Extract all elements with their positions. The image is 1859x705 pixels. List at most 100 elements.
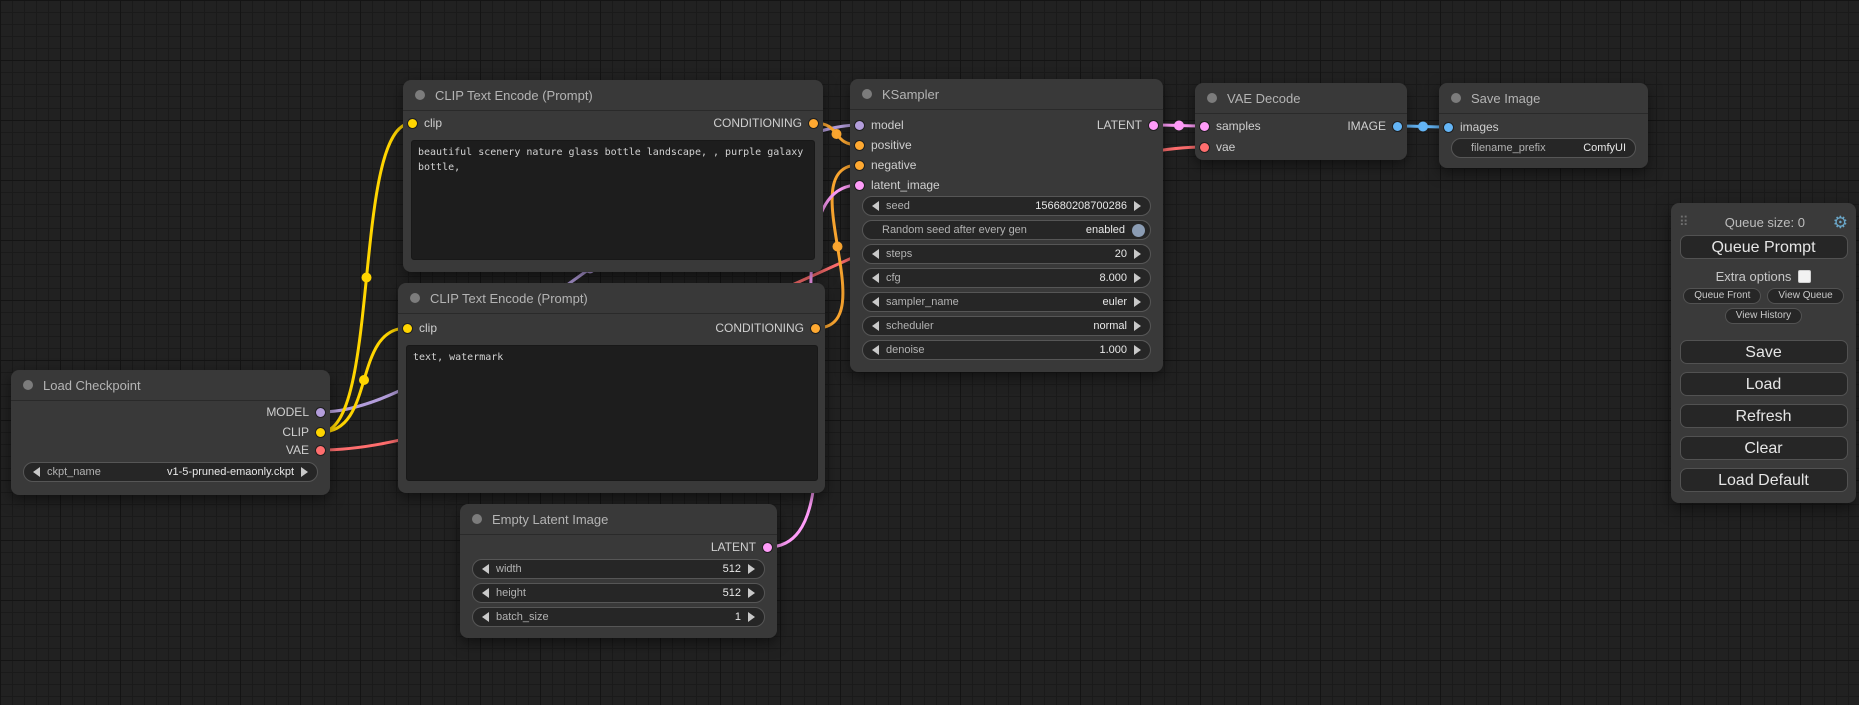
widget-batch-size[interactable]: batch_size1 — [472, 607, 765, 627]
widget-filename-prefix[interactable]: filename_prefixComfyUI — [1451, 138, 1636, 158]
slot-dot-conditioning[interactable] — [811, 324, 820, 333]
view-queue-button[interactable]: View Queue — [1767, 288, 1843, 304]
stepper-left-arrow-icon[interactable] — [33, 467, 40, 477]
collapse-dot-icon[interactable] — [415, 90, 425, 100]
collapse-dot-icon[interactable] — [472, 514, 482, 524]
collapse-dot-icon[interactable] — [23, 380, 33, 390]
slot-dot-model[interactable] — [316, 408, 325, 417]
slot-label: CONDITIONING — [713, 116, 802, 130]
slot-dot-latent_image[interactable] — [855, 181, 864, 190]
widget-ckpt-name[interactable]: ckpt_namev1-5-pruned-emaonly.ckpt — [23, 462, 318, 482]
extra-options-checkbox[interactable] — [1798, 270, 1811, 283]
prompt-textarea[interactable]: beautiful scenery nature glass bottle la… — [411, 140, 815, 260]
slot-dot-positive[interactable] — [855, 141, 864, 150]
node-title-bar[interactable]: Save Image — [1439, 83, 1648, 114]
widget-cfg[interactable]: cfg8.000 — [862, 268, 1151, 288]
wire-midpoint-dot-negative-conditioning — [833, 242, 843, 252]
widget-random-seed-after-every-gen[interactable]: Random seed after every genenabled — [862, 220, 1151, 240]
node-vae-decode[interactable]: VAE DecodesamplesvaeIMAGE — [1195, 83, 1407, 160]
node-title-bar[interactable]: CLIP Text Encode (Prompt) — [403, 80, 823, 111]
stepper-right-arrow-icon[interactable] — [1134, 321, 1141, 331]
drag-handle-icon[interactable]: ⠿ — [1679, 214, 1697, 230]
gear-icon[interactable]: ⚙ — [1833, 214, 1848, 231]
stepper-right-arrow-icon[interactable] — [1134, 249, 1141, 259]
refresh-button[interactable]: Refresh — [1680, 404, 1848, 428]
stepper-right-arrow-icon[interactable] — [301, 467, 308, 477]
collapse-dot-icon[interactable] — [410, 293, 420, 303]
slot-dot-latent[interactable] — [763, 543, 772, 552]
save-button[interactable]: Save — [1680, 340, 1848, 364]
view-history-button[interactable]: View History — [1725, 308, 1802, 324]
clear-button[interactable]: Clear — [1680, 436, 1848, 460]
slot-dot-samples[interactable] — [1200, 122, 1209, 131]
collapse-dot-icon[interactable] — [1207, 93, 1217, 103]
slot-dot-vae[interactable] — [1200, 143, 1209, 152]
load-button[interactable]: Load — [1680, 372, 1848, 396]
node-title-bar[interactable]: KSampler — [850, 79, 1163, 110]
widget-height[interactable]: height512 — [472, 583, 765, 603]
stepper-left-arrow-icon[interactable] — [482, 564, 489, 574]
slot-dot-clip[interactable] — [403, 324, 412, 333]
extra-options-label: Extra options — [1716, 269, 1792, 284]
slot-dot-model[interactable] — [855, 121, 864, 130]
widget-seed[interactable]: seed156680208700286 — [862, 196, 1151, 216]
queue-size-label: Queue size: 0 — [1697, 215, 1833, 230]
node-empty-latent-image[interactable]: Empty Latent ImageLATENTwidth512height51… — [460, 504, 777, 638]
widget-denoise[interactable]: denoise1.000 — [862, 340, 1151, 360]
stepper-right-arrow-icon[interactable] — [1134, 297, 1141, 307]
node-save-image[interactable]: Save Imageimagesfilename_prefixComfyUI — [1439, 83, 1648, 168]
node-title-text: CLIP Text Encode (Prompt) — [435, 88, 593, 103]
input-slot-model: model — [855, 115, 904, 135]
slot-dot-images[interactable] — [1444, 123, 1453, 132]
slot-label: clip — [424, 116, 442, 130]
stepper-right-arrow-icon[interactable] — [748, 612, 755, 622]
widget-sampler-name[interactable]: sampler_nameeuler — [862, 292, 1151, 312]
stepper-right-arrow-icon[interactable] — [1134, 273, 1141, 283]
node-clip-text-encode-positive[interactable]: CLIP Text Encode (Prompt) clip CONDITIONIN… — [403, 80, 823, 272]
node-ksampler[interactable]: KSamplermodelpositivenegativelatent_imag… — [850, 79, 1163, 372]
load-default-button[interactable]: Load Default — [1680, 468, 1848, 492]
node-clip-text-encode-negative[interactable]: CLIP Text Encode (Prompt)clipCONDITIONIN… — [398, 283, 825, 493]
widget-steps[interactable]: steps20 — [862, 244, 1151, 264]
stepper-left-arrow-icon[interactable] — [482, 588, 489, 598]
stepper-left-arrow-icon[interactable] — [482, 612, 489, 622]
prompt-textarea[interactable]: text, watermark — [406, 345, 818, 481]
stepper-right-arrow-icon[interactable] — [748, 564, 755, 574]
stepper-right-arrow-icon[interactable] — [1134, 201, 1141, 211]
widget-scheduler[interactable]: schedulernormal — [862, 316, 1151, 336]
node-title-bar[interactable]: Load Checkpoint — [11, 370, 330, 401]
collapse-dot-icon[interactable] — [862, 89, 872, 99]
slot-dot-vae[interactable] — [316, 446, 325, 455]
stepper-right-arrow-icon[interactable] — [1134, 345, 1141, 355]
widget-width[interactable]: width512 — [472, 559, 765, 579]
toggle-circle-icon[interactable] — [1132, 224, 1145, 237]
slot-label: CONDITIONING — [715, 321, 804, 335]
slot-dot-clip[interactable] — [408, 119, 417, 128]
stepper-left-arrow-icon[interactable] — [872, 321, 879, 331]
node-title-bar[interactable]: CLIP Text Encode (Prompt) — [398, 283, 825, 314]
output-slot-model: MODEL — [266, 402, 325, 422]
slot-label: MODEL — [266, 405, 309, 419]
node-title-bar[interactable]: VAE Decode — [1195, 83, 1407, 114]
stepper-left-arrow-icon[interactable] — [872, 201, 879, 211]
node-title-text: Load Checkpoint — [43, 378, 141, 393]
widget-value: 512 — [723, 563, 741, 575]
queue-front-button[interactable]: Queue Front — [1683, 288, 1761, 304]
wire-midpoint-dot-clip-to-negative-prompt — [359, 375, 369, 385]
widget-value: 512 — [723, 587, 741, 599]
collapse-dot-icon[interactable] — [1451, 93, 1461, 103]
node-title-bar[interactable]: Empty Latent Image — [460, 504, 777, 535]
slot-dot-image[interactable] — [1393, 122, 1402, 131]
slot-dot-clip[interactable] — [316, 428, 325, 437]
queue-prompt-button[interactable]: Queue Prompt — [1680, 235, 1848, 259]
stepper-left-arrow-icon[interactable] — [872, 297, 879, 307]
widget-label: denoise — [886, 344, 925, 356]
slot-dot-negative[interactable] — [855, 161, 864, 170]
stepper-left-arrow-icon[interactable] — [872, 345, 879, 355]
slot-dot-conditioning[interactable] — [809, 119, 818, 128]
stepper-left-arrow-icon[interactable] — [872, 249, 879, 259]
node-load-checkpoint[interactable]: Load CheckpointMODELCLIPVAEckpt_namev1-5… — [11, 370, 330, 495]
slot-dot-latent[interactable] — [1149, 121, 1158, 130]
stepper-left-arrow-icon[interactable] — [872, 273, 879, 283]
stepper-right-arrow-icon[interactable] — [748, 588, 755, 598]
